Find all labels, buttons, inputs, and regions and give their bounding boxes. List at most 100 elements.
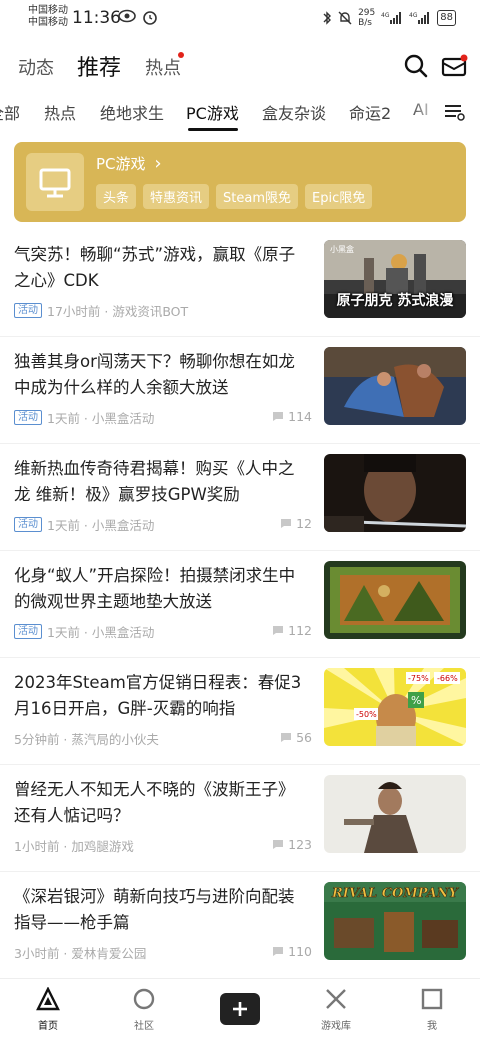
- yakuza-fight-image: [324, 347, 466, 425]
- channel-hot[interactable]: 热点: [44, 100, 76, 124]
- game-library-icon: [326, 989, 346, 1009]
- status-icons: 295 B/s 4G 4G 88: [322, 8, 456, 28]
- grounded-mat-image: [324, 561, 466, 639]
- feed-item[interactable]: 2023年Steam官方促销日程表：春促3月16日开启，G胖-灭霸的响指 5分钟…: [0, 658, 480, 765]
- feed-item-title[interactable]: 2023年Steam官方促销日程表：春促3月16日开启，G胖-灭霸的响指: [14, 670, 310, 722]
- event-badge: 活动: [14, 516, 42, 532]
- feed-item-meta: 1小时前 · 加鸡腿游戏: [14, 837, 134, 854]
- alarm-icon: [143, 11, 157, 25]
- menu-settings-icon[interactable]: [444, 102, 466, 122]
- comment-count: 123: [272, 837, 312, 852]
- carrier-labels: 中国移动 中国移动: [28, 5, 68, 29]
- status-bar: 中国移动 中国移动 11:36 295 B/s 4G 4G 88: [0, 0, 480, 36]
- feed-item[interactable]: 独善其身or闯荡天下？畅聊你想在如龙中成为什么样的人余额大放送 活动 1天前 ·…: [0, 337, 480, 444]
- feed-item-meta: 活动 1天前 · 小黑盒活动: [14, 409, 155, 426]
- comment-count-value: 110: [288, 944, 312, 959]
- feed-item[interactable]: 《深岩银河》萌新向技巧与进阶向配装指导——枪手篇 3小时前 · 爱林肯爱公园 1…: [0, 872, 480, 979]
- feed-list: 气突苏！畅聊“苏式”游戏，赢取《原子之心》CDK 活动 17小时前 · 游戏资讯…: [0, 230, 480, 979]
- banner-tag-deals[interactable]: 特惠资讯: [143, 184, 210, 209]
- feed-item-title[interactable]: 化身“蚁人”开启探险！拍摄禁闭求生中的微观世界主题地垫大放送: [14, 563, 310, 615]
- signal-icon-2: 4G: [409, 12, 430, 24]
- feed-item-info: 17小时前 · 游戏资讯BOT: [47, 303, 189, 319]
- thumb-caption: 原子朋克 苏式浪漫: [336, 293, 454, 309]
- comment-count-value: 12: [296, 516, 312, 531]
- channel-chat[interactable]: 盒友杂谈: [262, 100, 326, 124]
- feed-item[interactable]: 曾经无人不知无人不晓的《波斯王子》还有人惦记吗？ 1小时前 · 加鸡腿游戏 12…: [0, 765, 480, 872]
- tab-following[interactable]: 动态: [18, 54, 54, 80]
- nav-game-library[interactable]: 游戏库: [306, 987, 366, 1032]
- chevron-right-icon: ›: [154, 153, 162, 174]
- feed-item-info: 1天前 · 小黑盒活动: [47, 410, 155, 426]
- feed-item[interactable]: 化身“蚁人”开启探险！拍摄禁闭求生中的微观世界主题地垫大放送 活动 1天前 · …: [0, 551, 480, 658]
- tab-hot[interactable]: 热点: [145, 54, 181, 80]
- banner-tags: 头条 特惠资讯 Steam限免 Epic限免: [96, 184, 373, 209]
- comment-count: 112: [272, 623, 312, 638]
- profile-icon: [421, 988, 443, 1010]
- sale-tag: -75%: [408, 674, 429, 683]
- feed-item-title[interactable]: 《深岩银河》萌新向技巧与进阶向配装指导——枪手篇: [14, 884, 310, 936]
- nav-community-label: 社区: [134, 1021, 154, 1032]
- comment-icon: [273, 947, 284, 956]
- carrier-1: 中国移动: [28, 5, 68, 16]
- banner-tag-epic-free[interactable]: Epic限免: [305, 184, 373, 209]
- nav-profile-label: 我: [427, 1021, 437, 1032]
- thumb-brand: 小黑盒: [330, 245, 354, 254]
- create-post-button[interactable]: [220, 993, 260, 1025]
- feed-item-thumbnail[interactable]: RIVAL COMPANY: [324, 882, 466, 960]
- banner-icon-box: [26, 153, 84, 211]
- feed-item-info: 1天前 · 小黑盒活动: [47, 624, 155, 640]
- channel-pc-games[interactable]: PC游戏: [186, 100, 239, 124]
- banner-tag-steam-free[interactable]: Steam限免: [216, 184, 299, 209]
- nav-home[interactable]: 首页: [18, 987, 78, 1032]
- search-icon[interactable]: [402, 52, 430, 80]
- pc-games-banner[interactable]: PC游戏 › 头条 特惠资讯 Steam限免 Epic限免: [14, 142, 466, 222]
- nav-profile[interactable]: 我: [402, 987, 462, 1032]
- feed-item-meta: 活动 1天前 · 小黑盒活动: [14, 516, 155, 533]
- feed-item-thumbnail[interactable]: [324, 775, 466, 853]
- feed-item-thumbnail[interactable]: 小黑盒 原子朋克 苏式浪漫: [324, 240, 466, 318]
- channel-pubg[interactable]: 绝地求生: [100, 100, 164, 124]
- feed-item-thumbnail[interactable]: [324, 561, 466, 639]
- carrier-2: 中国移动: [28, 17, 68, 28]
- event-badge: 活动: [14, 623, 42, 639]
- svg-text:4G: 4G: [381, 12, 390, 19]
- feed-item[interactable]: 气突苏！畅聊“苏式”游戏，赢取《原子之心》CDK 活动 17小时前 · 游戏资讯…: [0, 230, 480, 337]
- sale-tag: -50%: [356, 710, 377, 719]
- network-speed-unit: B/s: [358, 18, 372, 28]
- mail-icon[interactable]: [440, 52, 468, 80]
- hot-notification-dot: [178, 52, 184, 58]
- feed-item-meta: 5分钟前 · 蒸汽局的小伙夫: [14, 730, 159, 747]
- steam-sale-image: -75% -66% % -50%: [324, 668, 466, 746]
- active-channel-indicator: [188, 128, 238, 131]
- clock: 11:36: [72, 8, 121, 28]
- feed-item-info: 1天前 · 小黑盒活动: [47, 517, 155, 533]
- channel-destiny2[interactable]: 命运2: [349, 100, 391, 124]
- home-icon: [36, 987, 60, 1011]
- feed-item-meta: 活动 1天前 · 小黑盒活动: [14, 623, 155, 640]
- tab-recommended[interactable]: 推荐: [77, 50, 121, 82]
- comment-count: 110: [272, 944, 312, 959]
- samurai-image: [324, 454, 466, 532]
- banner-tag-headlines[interactable]: 头条: [96, 184, 137, 209]
- feed-item-title[interactable]: 曾经无人不知无人不晓的《波斯王子》还有人惦记吗？: [14, 777, 310, 829]
- bottom-navigation: 首页 社区 游戏库 我: [0, 978, 480, 1040]
- feed-item[interactable]: 维新热血传奇待君揭幕！购买《人中之龙 维新！极》赢罗技GPW奖励 活动 1天前 …: [0, 444, 480, 551]
- network-speed-value: 295: [358, 8, 376, 18]
- banner-title[interactable]: PC游戏 ›: [96, 153, 162, 174]
- game-logo-text: RIVAL COMPANY: [331, 886, 460, 901]
- feed-item-meta: 活动 17小时前 · 游戏资讯BOT: [14, 302, 189, 319]
- feed-item-thumbnail[interactable]: [324, 454, 466, 532]
- feed-item-title[interactable]: 独善其身or闯荡天下？畅聊你想在如龙中成为什么样的人余额大放送: [14, 349, 310, 401]
- feed-item-title[interactable]: 气突苏！畅聊“苏式”游戏，赢取《原子之心》CDK: [14, 242, 310, 294]
- nav-community[interactable]: 社区: [114, 987, 174, 1032]
- channel-all[interactable]: 全部: [0, 100, 20, 124]
- feed-item-info: 3小时前 · 爱林肯爱公园: [14, 945, 147, 961]
- feed-item-thumbnail[interactable]: -75% -66% % -50%: [324, 668, 466, 746]
- feed-item-thumbnail[interactable]: [324, 347, 466, 425]
- comment-icon: [281, 519, 292, 528]
- comment-count: 12: [280, 516, 312, 531]
- feed-item-title[interactable]: 维新热血传奇待君揭幕！购买《人中之龙 维新！极》赢罗技GPW奖励: [14, 456, 310, 508]
- feed-item-meta: 3小时前 · 爱林肯爱公园: [14, 944, 147, 961]
- comment-count: 114: [272, 409, 312, 424]
- deep-rock-image: RIVAL COMPANY: [324, 882, 466, 960]
